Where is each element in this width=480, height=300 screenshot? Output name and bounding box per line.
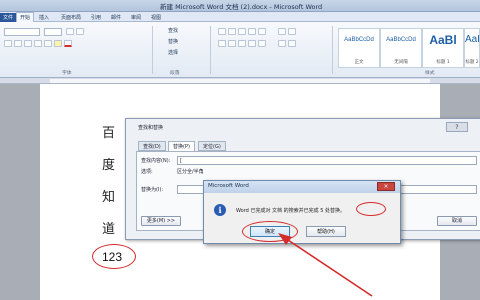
message-box-titlebar: Microsoft Word × — [204, 181, 400, 193]
tab-mailings[interactable]: 邮件 — [108, 13, 124, 22]
replace-command[interactable]: 替换 — [168, 38, 178, 45]
line-spacing-icon[interactable] — [258, 40, 266, 47]
show-marks-icon[interactable] — [288, 28, 296, 35]
align-left-icon[interactable] — [218, 40, 226, 47]
group-separator — [210, 26, 211, 74]
decrease-indent-icon[interactable] — [248, 28, 256, 35]
message-box-title: Microsoft Word — [208, 183, 249, 189]
style-caption: 无间隔 — [394, 60, 408, 65]
style-preview: AaBbC — [465, 34, 479, 45]
word-message-box: Microsoft Word × i Word 已完成对 文档 的搜索并已完成 … — [203, 180, 401, 244]
replace-with-label: 替换为(I): — [141, 187, 164, 193]
message-text: Word 已完成对 文档 的搜索并已完成 5 处替换。 — [236, 208, 345, 214]
font-name-field[interactable] — [4, 28, 40, 36]
italic-icon[interactable] — [14, 40, 22, 47]
highlight-icon[interactable] — [54, 40, 62, 47]
options-value: 区分全/半角 — [177, 169, 204, 175]
document-text: 知 — [102, 190, 116, 205]
tab-replace[interactable]: 替换(P) — [168, 141, 195, 151]
find-dialog-close-button[interactable]: ? — [446, 122, 468, 132]
style-heading-1[interactable]: AaBl 标题 1 — [422, 28, 464, 68]
tab-find[interactable]: 查找(D) — [138, 141, 166, 151]
ribbon: 字体 查找 替换 选择 段落 AaBbCcDd 正文 AaBbCcDd 无间隔 … — [0, 22, 480, 78]
align-center-icon[interactable] — [228, 40, 236, 47]
font-size-field[interactable] — [44, 28, 62, 36]
tab-insert[interactable]: 插入 — [36, 13, 52, 22]
underline-icon[interactable] — [24, 40, 32, 47]
annotation-circle-number — [92, 244, 136, 269]
options-label: 选项: — [141, 169, 153, 175]
tab-file[interactable]: 文件 — [0, 13, 17, 22]
more-button[interactable]: 更多(M) >> — [141, 216, 181, 226]
align-right-icon[interactable] — [238, 40, 246, 47]
tab-references[interactable]: 引用 — [88, 13, 104, 22]
style-preview: AaBl — [429, 33, 457, 47]
sort-icon[interactable] — [278, 28, 286, 35]
document-text: 道 — [102, 222, 116, 237]
tab-view[interactable]: 视图 — [148, 13, 164, 22]
bullets-icon[interactable] — [218, 28, 226, 35]
strikethrough-icon[interactable] — [34, 40, 42, 47]
tab-home[interactable]: 开始 — [16, 12, 35, 22]
document-text: 百 — [102, 126, 116, 141]
select-command[interactable]: 选择 — [168, 49, 178, 56]
multilevel-list-icon[interactable] — [238, 28, 246, 35]
style-no-spacing[interactable]: AaBbCcDd 无间隔 — [380, 28, 422, 68]
group-separator — [152, 26, 153, 74]
style-normal[interactable]: AaBbCcDd 正文 — [338, 28, 380, 68]
window-title: 新建 Microsoft Word 文档 (2).docx - Microsof… — [160, 3, 323, 11]
help-button[interactable]: 帮助(H) — [306, 226, 346, 237]
borders-icon[interactable] — [288, 40, 296, 47]
style-caption: 正文 — [354, 60, 364, 65]
group-label-styles: 样式 — [425, 71, 435, 76]
ruler-text-area — [50, 79, 430, 83]
style-preview: AaBbCcDd — [386, 37, 416, 43]
group-separator — [332, 26, 333, 74]
shading-icon[interactable] — [278, 40, 286, 47]
find-command[interactable]: 查找 — [168, 27, 178, 34]
bold-icon[interactable] — [4, 40, 12, 47]
window-titlebar: 新建 Microsoft Word 文档 (2).docx - Microsof… — [0, 0, 480, 12]
document-text: 度 — [102, 158, 116, 173]
find-what-label: 查找内容(N): — [141, 158, 171, 164]
group-label-font: 字体 — [62, 71, 72, 76]
shrink-font-icon[interactable] — [76, 28, 84, 35]
tab-goto[interactable]: 定位(G) — [198, 141, 226, 151]
annotation-circle-ok — [242, 221, 298, 242]
style-caption: 标题 2 — [465, 60, 479, 65]
annotation-circle-count — [356, 202, 386, 216]
style-caption: 标题 1 — [436, 60, 450, 65]
justify-icon[interactable] — [248, 40, 256, 47]
find-dialog-title: 查找和替换 — [138, 125, 164, 131]
ribbon-tabs: 文件 开始 插入 页面布局 引用 邮件 审阅 视图 — [0, 12, 480, 22]
style-preview: AaBbCcDd — [344, 37, 374, 43]
info-icon: i — [214, 204, 226, 216]
numbering-icon[interactable] — [228, 28, 236, 35]
cancel-button[interactable]: 取消 — [437, 216, 477, 226]
grow-font-icon[interactable] — [66, 28, 74, 35]
increase-indent-icon[interactable] — [258, 28, 266, 35]
subscript-icon[interactable] — [44, 40, 52, 47]
group-label-paragraph: 段落 — [170, 71, 180, 76]
font-color-icon[interactable] — [64, 40, 72, 47]
find-what-input[interactable]: [ — [177, 156, 477, 165]
tab-page-layout[interactable]: 页面布局 — [58, 13, 84, 22]
tab-review[interactable]: 审阅 — [128, 13, 144, 22]
close-icon[interactable]: × — [377, 182, 395, 191]
style-heading-2[interactable]: AaBbC 标题 2 — [464, 28, 480, 68]
